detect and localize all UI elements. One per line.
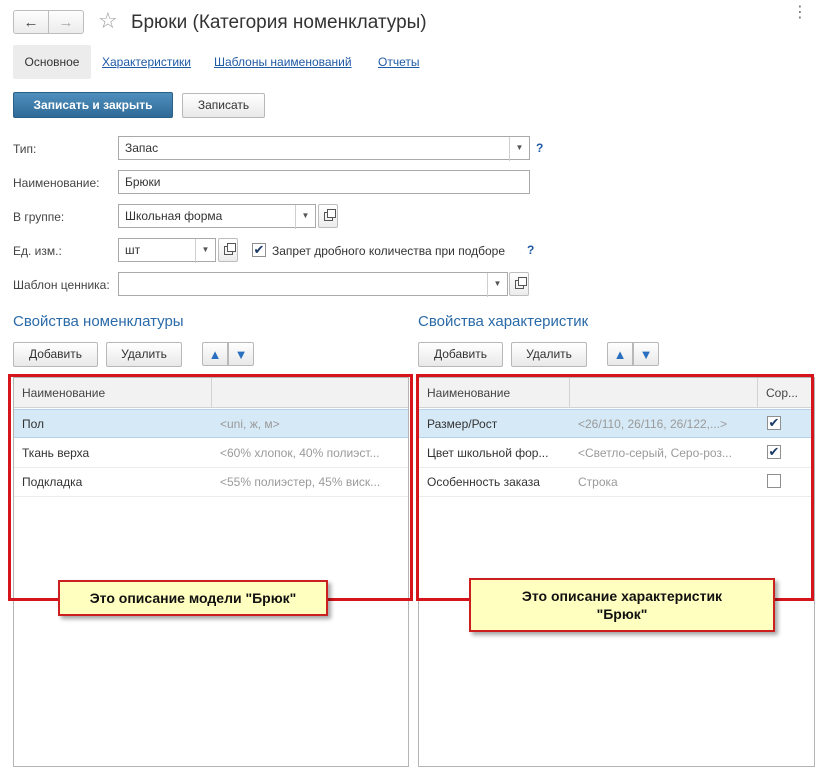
column-header-name[interactable]: Наименование bbox=[419, 378, 570, 408]
type-field[interactable]: Запас ▼ bbox=[118, 136, 530, 161]
open-unit-button[interactable] bbox=[218, 238, 238, 262]
row-value: <55% полиэстер, 45% виск... bbox=[220, 475, 381, 489]
name-label: Наименование: bbox=[13, 176, 100, 190]
help-icon[interactable]: ? bbox=[527, 243, 534, 257]
delete-characteristic-property-button[interactable]: Удалить bbox=[511, 342, 587, 367]
move-down-button[interactable]: ▼ bbox=[228, 342, 254, 366]
arrow-left-icon: ← bbox=[23, 13, 39, 31]
tab-characteristics[interactable]: Характеристики bbox=[102, 45, 191, 79]
table-row[interactable]: Особенность заказа Строка bbox=[419, 468, 814, 497]
group-value: Школьная форма bbox=[125, 209, 223, 223]
annotation-text-line1: Это описание характеристик bbox=[521, 588, 723, 604]
unit-value: шт bbox=[125, 243, 141, 257]
fraction-ban-label: Запрет дробного количества при подборе bbox=[272, 244, 506, 258]
row-name: Пол bbox=[22, 417, 45, 431]
row-name: Ткань верха bbox=[22, 446, 90, 460]
save-button[interactable]: Записать bbox=[182, 93, 265, 118]
type-value: Запас bbox=[125, 141, 159, 155]
chevron-down-icon[interactable]: ▼ bbox=[195, 239, 215, 263]
row-name: Размер/Рост bbox=[427, 417, 498, 431]
price-template-field[interactable]: ▼ bbox=[118, 272, 508, 297]
open-group-button[interactable] bbox=[318, 204, 338, 228]
add-characteristic-property-button[interactable]: Добавить bbox=[418, 342, 503, 367]
sort-checkbox[interactable]: ✔ bbox=[767, 416, 781, 430]
column-header-name[interactable]: Наименование bbox=[14, 378, 212, 408]
open-icon bbox=[514, 276, 527, 289]
row-value: <uni, ж, м> bbox=[220, 417, 280, 431]
column-header-values[interactable] bbox=[212, 378, 408, 408]
table-row[interactable]: Ткань верха <60% хлопок, 40% полиэст... bbox=[14, 439, 408, 468]
back-button[interactable]: ← bbox=[13, 10, 49, 34]
table-row[interactable]: Цвет школьной фор... <Светло-серый, Серо… bbox=[419, 439, 814, 468]
arrow-up-icon: ▲ bbox=[208, 346, 222, 362]
column-header-sort[interactable]: Сор... bbox=[758, 378, 814, 408]
fraction-ban-checkbox[interactable]: ✔ bbox=[252, 243, 266, 257]
open-icon bbox=[223, 242, 236, 255]
forward-button[interactable]: → bbox=[48, 10, 84, 34]
move-up-button[interactable]: ▲ bbox=[607, 342, 633, 366]
tab-reports[interactable]: Отчеты bbox=[378, 45, 419, 79]
price-template-label: Шаблон ценника: bbox=[13, 278, 110, 292]
characteristic-properties-table[interactable]: Наименование Сор... Размер/Рост <26/110,… bbox=[418, 377, 815, 767]
arrow-right-icon: → bbox=[58, 13, 74, 31]
tab-name-templates[interactable]: Шаблоны наименований bbox=[214, 45, 352, 79]
row-value: <60% хлопок, 40% полиэст... bbox=[220, 446, 380, 460]
table-header: Наименование Сор... bbox=[419, 378, 814, 408]
arrow-up-icon: ▲ bbox=[613, 346, 627, 362]
arrow-down-icon: ▼ bbox=[639, 346, 653, 362]
item-properties-table[interactable]: Наименование Пол <uni, ж, м> Ткань верха… bbox=[13, 377, 409, 767]
name-field[interactable]: Брюки bbox=[118, 170, 530, 194]
save-and-close-button[interactable]: Записать и закрыть bbox=[13, 92, 173, 118]
column-header-values[interactable] bbox=[570, 378, 758, 408]
item-properties-title: Свойства номенклатуры bbox=[13, 313, 184, 330]
tab-main[interactable]: Основное bbox=[13, 45, 91, 79]
sort-checkbox[interactable] bbox=[767, 474, 781, 488]
table-row[interactable]: Подкладка <55% полиэстер, 45% виск... bbox=[14, 468, 408, 497]
row-value: <Светло-серый, Серо-роз... bbox=[578, 446, 732, 460]
type-label: Тип: bbox=[13, 142, 37, 156]
annotation-text: Это описание модели "Брюк" bbox=[89, 590, 297, 606]
row-value: Строка bbox=[578, 475, 618, 489]
unit-label: Ед. изм.: bbox=[13, 244, 62, 258]
chevron-down-icon[interactable]: ▼ bbox=[295, 205, 315, 229]
table-row[interactable]: Размер/Рост <26/110, 26/116, 26/122,...>… bbox=[419, 409, 814, 438]
delete-item-property-button[interactable]: Удалить bbox=[106, 342, 182, 367]
open-icon bbox=[323, 208, 336, 221]
open-price-template-button[interactable] bbox=[509, 272, 529, 296]
chevron-down-icon[interactable]: ▼ bbox=[509, 137, 529, 161]
add-item-property-button[interactable]: Добавить bbox=[13, 342, 98, 367]
move-up-button[interactable]: ▲ bbox=[202, 342, 228, 366]
sort-checkbox[interactable]: ✔ bbox=[767, 445, 781, 459]
unit-field[interactable]: шт ▼ bbox=[118, 238, 216, 263]
group-field[interactable]: Школьная форма ▼ bbox=[118, 204, 316, 229]
table-header: Наименование bbox=[14, 378, 408, 408]
help-icon[interactable]: ? bbox=[536, 141, 543, 155]
chevron-down-icon[interactable]: ▼ bbox=[487, 273, 507, 297]
group-label: В группе: bbox=[13, 210, 65, 224]
row-name: Цвет школьной фор... bbox=[427, 446, 549, 460]
move-down-button[interactable]: ▼ bbox=[633, 342, 659, 366]
star-icon[interactable]: ☆ bbox=[98, 7, 118, 35]
row-value: <26/110, 26/116, 26/122,...> bbox=[578, 417, 728, 431]
annotation-text-line2: "Брюк" bbox=[596, 606, 648, 622]
annotation-note-right: Это описание характеристик "Брюк" bbox=[469, 578, 775, 632]
annotation-note-left: Это описание модели "Брюк" bbox=[58, 580, 328, 616]
table-row[interactable]: Пол <uni, ж, м> bbox=[14, 409, 408, 438]
row-name: Подкладка bbox=[22, 475, 83, 489]
page-title: Брюки (Категория номенклатуры) bbox=[131, 12, 427, 33]
more-icon[interactable]: ⋮ bbox=[792, 2, 808, 22]
characteristic-properties-title: Свойства характеристик bbox=[418, 313, 589, 330]
row-name: Особенность заказа bbox=[427, 475, 540, 489]
arrow-down-icon: ▼ bbox=[234, 346, 248, 362]
